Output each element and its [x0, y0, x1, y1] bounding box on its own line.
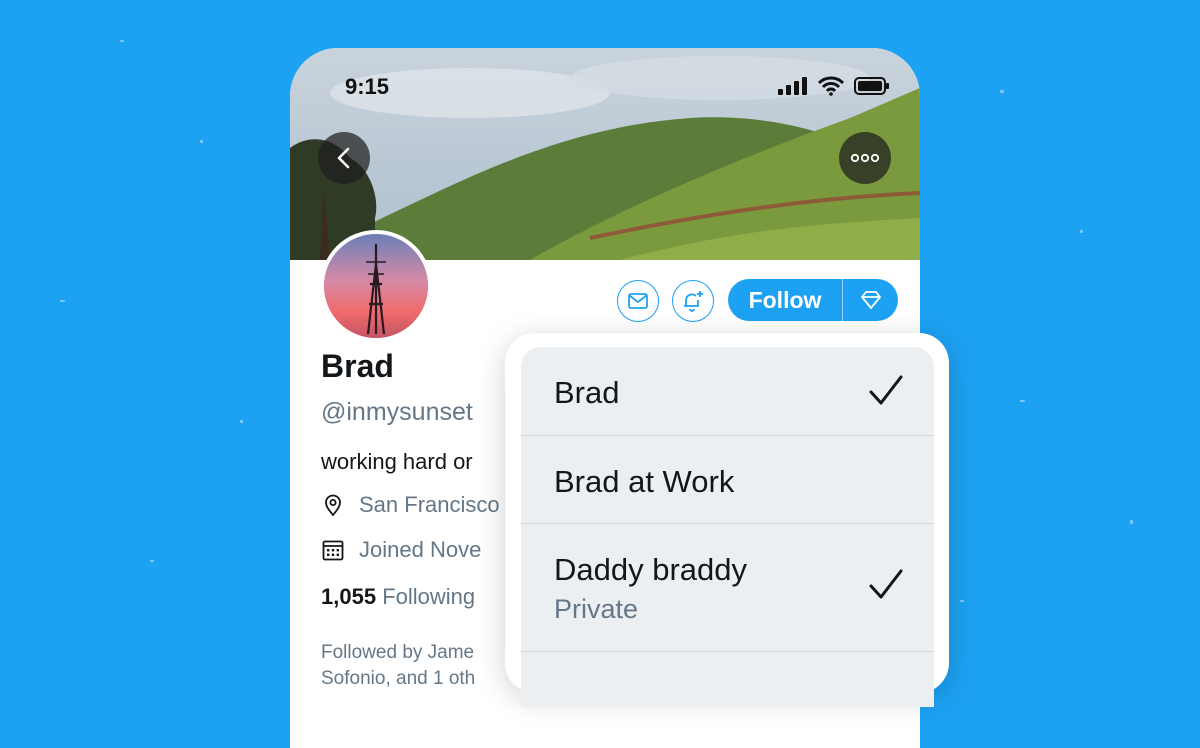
followed-by-line-2: Sofonio, and 1 oth — [321, 668, 476, 689]
following-label: Following — [382, 584, 476, 609]
follow-button[interactable]: Follow — [728, 287, 842, 314]
account-item-sublabel: Private — [554, 594, 639, 624]
account-item-label: Daddy braddy — [554, 552, 748, 587]
calendar-icon — [322, 540, 344, 561]
background-speck — [1000, 90, 1004, 93]
notifications-button[interactable] — [672, 280, 714, 322]
status-time: 9:15 — [345, 74, 390, 99]
background-speck — [1020, 400, 1025, 402]
following-count: 1,055 — [321, 584, 377, 609]
more-options-button[interactable] — [839, 132, 891, 184]
account-switcher-popover: Brad Brad at Work Daddy braddy Private — [505, 333, 949, 707]
wifi-icon — [818, 76, 844, 96]
background-speck — [150, 560, 154, 562]
bell-plus-icon — [684, 291, 703, 312]
background-speck — [1080, 230, 1083, 233]
profile-handle: @inmysunset — [321, 398, 473, 426]
message-button[interactable] — [617, 280, 659, 322]
diamond-icon — [860, 291, 881, 309]
status-icons — [778, 76, 890, 96]
profile-bio: working hard or — [321, 449, 473, 474]
checkmark-icon — [869, 375, 903, 405]
account-item-daddy-braddy[interactable]: Daddy braddy Private — [521, 524, 934, 652]
location-pin-icon — [325, 494, 341, 517]
cellular-signal-icon — [778, 77, 807, 95]
profile-location-row: San Francisco — [321, 492, 500, 518]
account-item-label: Brad at Work — [554, 464, 735, 499]
checkmark-icon — [869, 569, 903, 599]
back-button[interactable] — [318, 132, 370, 184]
chevron-left-icon — [337, 147, 350, 169]
avatar[interactable] — [320, 230, 432, 342]
background-speck — [60, 300, 65, 302]
profile-joined-row: Joined Nove — [321, 537, 481, 563]
background-speck — [960, 600, 964, 602]
profile-joined: Joined Nove — [359, 537, 482, 562]
followed-by-text[interactable]: Followed by Jame Sofonio, and 1 oth — [321, 640, 475, 692]
avatar-image — [324, 234, 428, 338]
background-speck — [1130, 520, 1133, 524]
follow-button-group: Follow — [728, 279, 898, 321]
account-switch-button[interactable] — [843, 291, 898, 309]
account-item-brad-at-work[interactable]: Brad at Work — [521, 436, 934, 524]
account-item-brad[interactable]: Brad — [521, 347, 934, 436]
mail-icon — [628, 293, 648, 309]
status-bar: 9:15 — [290, 48, 920, 108]
background-speck — [200, 140, 203, 143]
following-stat[interactable]: 1,055 Following — [321, 584, 475, 610]
background-speck — [240, 420, 243, 423]
account-list: Brad Brad at Work Daddy braddy Private — [521, 347, 934, 707]
account-item-label: Brad — [554, 375, 620, 410]
background-speck — [120, 40, 124, 42]
profile-location: San Francisco — [359, 492, 500, 517]
followed-by-line-1: Followed by Jame — [321, 642, 475, 663]
more-horizontal-icon — [850, 153, 880, 163]
battery-icon — [854, 77, 889, 95]
profile-name: Brad — [321, 348, 394, 384]
